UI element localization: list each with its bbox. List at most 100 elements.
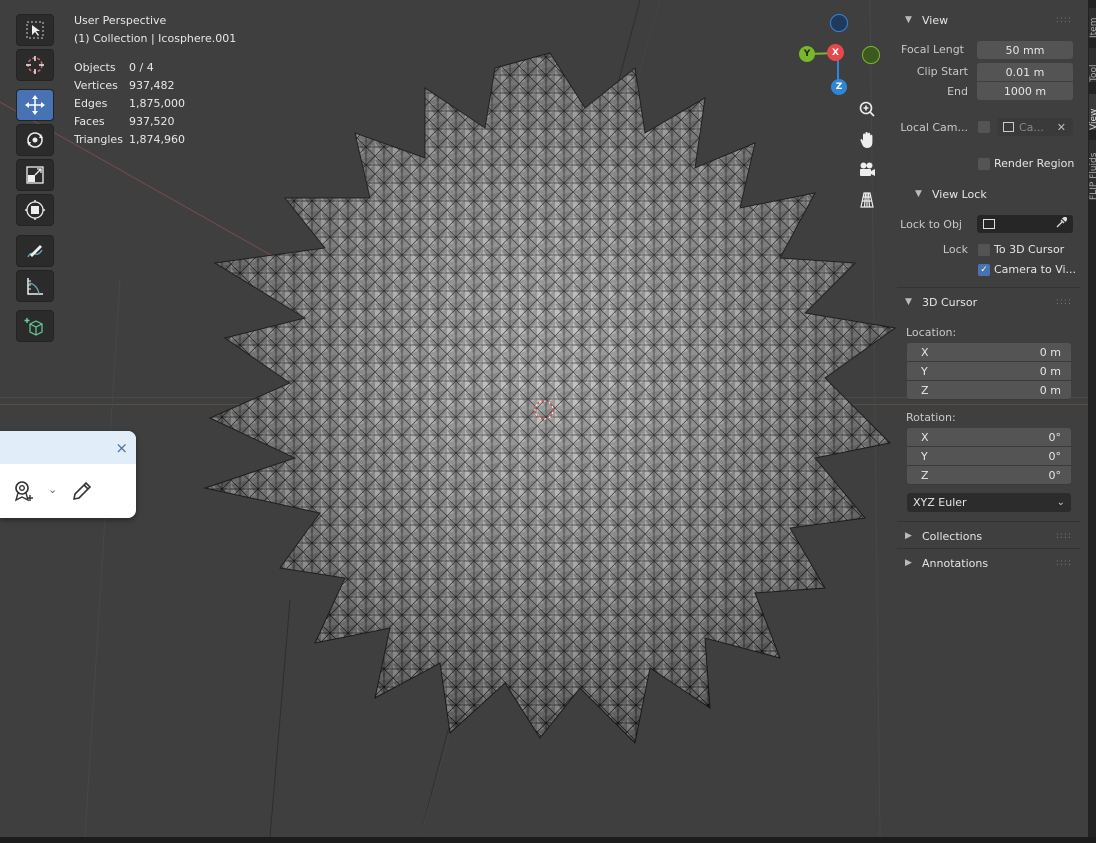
gizmo-neg-z[interactable] xyxy=(830,14,848,32)
rotate-icon[interactable] xyxy=(16,124,54,156)
clip-end-field[interactable]: 1000 m xyxy=(977,82,1073,100)
panel-title: View xyxy=(922,13,949,27)
divider xyxy=(897,287,1080,288)
measure-icon[interactable] xyxy=(16,270,54,302)
rotation-x-field[interactable]: X 0° xyxy=(907,428,1071,447)
viewport-bottom-edge xyxy=(0,837,1096,843)
move-icon[interactable] xyxy=(16,89,54,121)
stat-value: 1,874,960 xyxy=(129,133,185,146)
cursor-icon[interactable] xyxy=(16,49,54,81)
axis-label: Z xyxy=(921,383,929,397)
add-location-icon[interactable] xyxy=(12,479,36,506)
location-z-field[interactable]: Z 0 m xyxy=(907,381,1071,400)
panel-header-annotations[interactable]: ▶ Annotations :::: xyxy=(897,551,1080,575)
stat-value: 0 / 4 xyxy=(129,61,154,74)
clip-start-label: Clip Start xyxy=(916,65,968,78)
camera-to-view-checkbox[interactable]: ✓ xyxy=(978,264,990,276)
chevron-right-icon: ▶ xyxy=(905,531,912,541)
axis-value: 0 m xyxy=(1039,345,1061,359)
stat-value: 937,482 xyxy=(129,79,175,92)
tab-flip-fluids[interactable]: FLIP Fluids xyxy=(1089,140,1096,200)
lock-to-object-field[interactable] xyxy=(977,215,1073,233)
drag-handle-icon[interactable]: :::: xyxy=(1056,15,1072,25)
gizmo-z[interactable]: Z xyxy=(831,79,847,95)
perspective-grid-icon[interactable] xyxy=(853,186,881,214)
focal-length-label: Focal Lengt xyxy=(901,43,964,56)
panel-title: 3D Cursor xyxy=(922,295,978,309)
clear-icon[interactable]: ✕ xyxy=(1057,121,1066,134)
rotation-label: Rotation: xyxy=(906,411,956,424)
clip-start-field[interactable]: 0.01 m xyxy=(977,63,1073,81)
transform-icon[interactable] xyxy=(16,194,54,226)
chevron-down-icon: ▼ xyxy=(905,297,912,307)
rotation-z-field[interactable]: Z 0° xyxy=(907,466,1071,485)
local-camera-label: Local Cam... xyxy=(900,121,968,134)
gizmo-y[interactable]: Y xyxy=(799,46,815,62)
stat-label: Objects xyxy=(74,61,116,74)
axis-label: X xyxy=(921,430,929,444)
axis-label: Y xyxy=(921,364,928,378)
chevron-down-icon: ▼ xyxy=(915,189,922,199)
gizmo-neg-y[interactable] xyxy=(862,46,880,64)
popup-titlebar: × xyxy=(0,431,136,464)
local-camera-value: Ca... xyxy=(1019,120,1044,134)
focal-length-field[interactable]: 50 mm xyxy=(977,41,1073,59)
n-panel-sidebar: ▼ View :::: Focal Lengt 50 mm Clip Start… xyxy=(897,6,1080,586)
eyedropper-icon[interactable] xyxy=(1055,216,1068,232)
scale-icon[interactable] xyxy=(16,159,54,191)
location-x-field[interactable]: X 0 m xyxy=(907,343,1071,362)
viewport-perspective: User Perspective xyxy=(74,14,167,27)
drag-handle-icon[interactable]: :::: xyxy=(1056,558,1072,568)
stat-label: Triangles xyxy=(74,133,123,146)
panel-title: View Lock xyxy=(932,187,987,201)
rotation-mode-dropdown[interactable]: XYZ Euler ⌄ xyxy=(907,493,1071,512)
render-region-label: Render Region xyxy=(994,157,1075,170)
axis-label: Z xyxy=(921,468,929,482)
object-icon xyxy=(983,219,995,229)
add-cube-icon[interactable] xyxy=(16,310,54,342)
zoom-icon[interactable] xyxy=(853,96,881,124)
3d-cursor-icon[interactable] xyxy=(530,398,558,422)
axis-value: 0° xyxy=(1048,468,1062,482)
location-y-field[interactable]: Y 0 m xyxy=(907,362,1071,381)
panel-header-view[interactable]: ▼ View :::: xyxy=(897,8,1080,32)
to-3d-cursor-label: To 3D Cursor xyxy=(994,243,1065,256)
annotate-icon[interactable] xyxy=(16,235,54,267)
tab-item[interactable]: Item xyxy=(1089,8,1096,38)
lock-label: Lock xyxy=(942,243,968,256)
axis-value: 0 m xyxy=(1039,383,1061,397)
tab-tool[interactable]: Tool xyxy=(1089,48,1096,82)
stat-label: Edges xyxy=(74,97,108,110)
pencil-icon[interactable] xyxy=(70,479,94,506)
camera-icon[interactable] xyxy=(853,156,881,184)
axis-value: 0 m xyxy=(1039,364,1061,378)
chevron-down-icon: ▼ xyxy=(905,15,912,25)
pan-hand-icon[interactable] xyxy=(853,126,881,154)
axis-value: 0° xyxy=(1048,449,1062,463)
divider xyxy=(897,548,1080,549)
panel-header-collections[interactable]: ▶ Collections :::: xyxy=(897,524,1080,548)
panel-header-3d-cursor[interactable]: ▼ 3D Cursor :::: xyxy=(897,290,1080,314)
local-camera-checkbox[interactable] xyxy=(978,121,990,133)
stat-value: 937,520 xyxy=(129,115,175,128)
gizmo-x[interactable]: X xyxy=(827,44,844,61)
chevron-right-icon: ▶ xyxy=(905,558,912,568)
divider xyxy=(897,521,1080,522)
render-region-checkbox[interactable] xyxy=(978,158,990,170)
panel-title: Annotations xyxy=(922,556,989,570)
panel-header-view-lock[interactable]: ▼ View Lock xyxy=(907,182,1080,206)
to-3d-cursor-checkbox[interactable] xyxy=(978,244,990,256)
floating-popup: × ⌄ xyxy=(0,431,136,518)
drag-handle-icon[interactable]: :::: xyxy=(1056,531,1072,541)
chevron-down-icon[interactable]: ⌄ xyxy=(48,483,57,496)
stat-value: 1,875,000 xyxy=(129,97,185,110)
select-box-icon[interactable] xyxy=(16,14,54,46)
tab-view[interactable]: View xyxy=(1089,94,1096,130)
axis-label: X xyxy=(921,345,929,359)
drag-handle-icon[interactable]: :::: xyxy=(1056,297,1072,307)
local-camera-field[interactable]: Ca... ✕ xyxy=(997,118,1073,136)
close-icon[interactable]: × xyxy=(115,439,128,457)
rotation-y-field[interactable]: Y 0° xyxy=(907,447,1071,466)
camera-object-icon xyxy=(1003,122,1014,132)
chevron-down-icon: ⌄ xyxy=(1056,497,1065,508)
